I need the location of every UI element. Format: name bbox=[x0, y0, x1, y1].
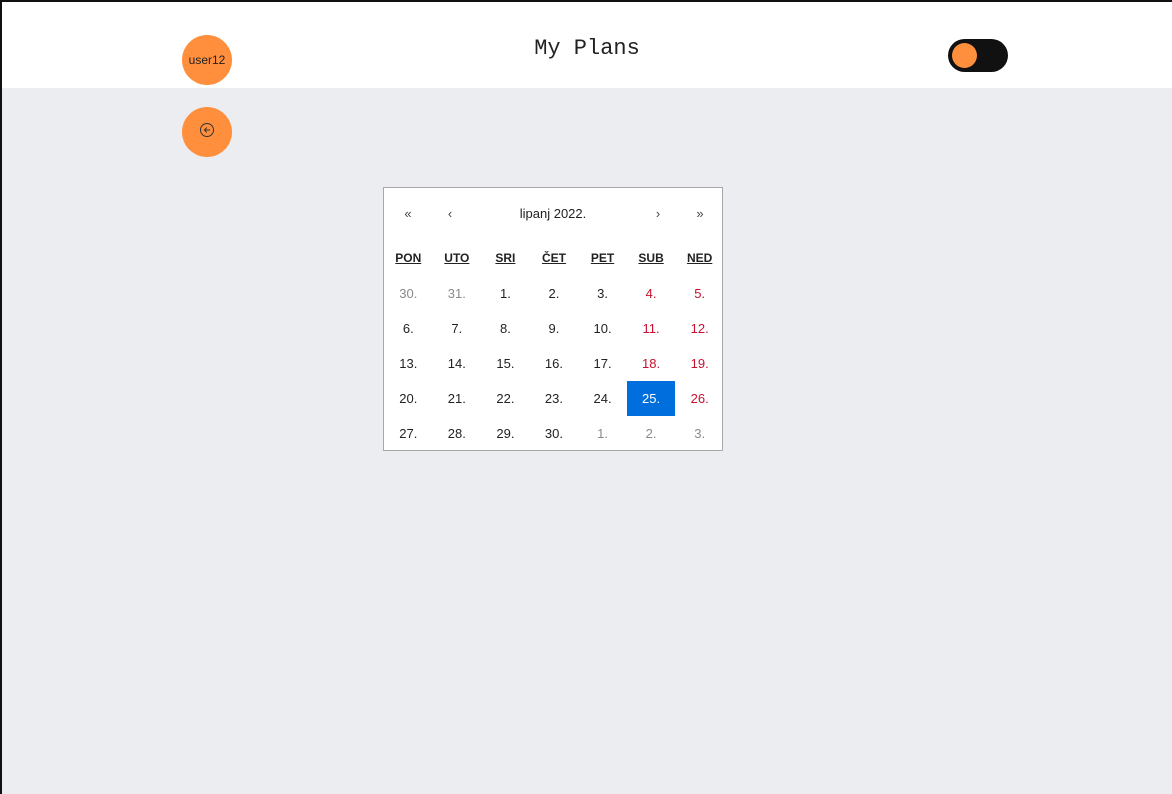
weekday-label: UTO bbox=[444, 251, 470, 265]
arrow-left-circle-icon bbox=[199, 122, 215, 143]
day-cell[interactable]: 2. bbox=[530, 276, 579, 311]
day-cell[interactable]: 14. bbox=[433, 346, 482, 381]
day-cell[interactable]: 15. bbox=[481, 346, 530, 381]
day-cell[interactable]: 20. bbox=[384, 381, 433, 416]
day-cell[interactable]: 30. bbox=[530, 416, 579, 451]
day-cell[interactable]: 3. bbox=[675, 416, 724, 451]
day-cell[interactable]: 21. bbox=[433, 381, 482, 416]
day-cell[interactable]: 17. bbox=[578, 346, 627, 381]
prev-month-button[interactable]: ‹ bbox=[432, 200, 468, 226]
weekday-label: PET bbox=[590, 251, 615, 265]
day-cell[interactable]: 8. bbox=[481, 311, 530, 346]
day-cell[interactable]: 30. bbox=[384, 276, 433, 311]
day-cell[interactable]: 28. bbox=[433, 416, 482, 451]
day-cell[interactable]: 23. bbox=[530, 381, 579, 416]
day-cell[interactable]: 19. bbox=[675, 346, 724, 381]
day-cell[interactable]: 29. bbox=[481, 416, 530, 451]
next-month-button[interactable]: › bbox=[640, 200, 676, 226]
day-cell[interactable]: 5. bbox=[675, 276, 724, 311]
day-cell[interactable]: 7. bbox=[433, 311, 482, 346]
day-cell[interactable]: 26. bbox=[675, 381, 724, 416]
header: user12 My Plans bbox=[2, 2, 1172, 88]
day-cell[interactable]: 31. bbox=[433, 276, 482, 311]
day-cell[interactable]: 9. bbox=[530, 311, 579, 346]
calendar-navigation: « ‹ lipanj 2022. › » bbox=[384, 188, 722, 238]
app-frame: user12 My Plans « ‹ lipanj 2022. › » PON… bbox=[0, 0, 1172, 794]
day-cell[interactable]: 12. bbox=[675, 311, 724, 346]
day-cell[interactable]: 1. bbox=[481, 276, 530, 311]
days-grid: 30. 31. 1. 2. 3. 4. 5. 6. 7. 8. 9. 10. 11. 12. 13. 14. 1… bbox=[384, 276, 724, 451]
weekday-label: PON bbox=[395, 251, 422, 265]
next-year-button[interactable]: » bbox=[682, 200, 718, 226]
weekday-label: ČET bbox=[541, 251, 566, 265]
day-cell[interactable]: 13. bbox=[384, 346, 433, 381]
month-year-label[interactable]: lipanj 2022. bbox=[484, 200, 622, 226]
weekday-label: NED bbox=[686, 251, 713, 265]
day-cell[interactable]: 1. bbox=[578, 416, 627, 451]
toggle-knob bbox=[952, 43, 977, 68]
day-cell[interactable]: 16. bbox=[530, 346, 579, 381]
day-cell[interactable]: 6. bbox=[384, 311, 433, 346]
day-cell[interactable]: 11. bbox=[627, 311, 676, 346]
day-cell[interactable]: 10. bbox=[578, 311, 627, 346]
weekday-label: SUB bbox=[638, 251, 664, 265]
selected-day-cell[interactable]: 25. bbox=[626, 381, 676, 416]
day-cell[interactable]: 3. bbox=[578, 276, 627, 311]
day-cell[interactable]: 2. bbox=[627, 416, 676, 451]
calendar: « ‹ lipanj 2022. › » PON UTO SRI ČET PET… bbox=[383, 187, 723, 451]
theme-toggle[interactable] bbox=[948, 39, 1008, 72]
prev-year-button[interactable]: « bbox=[390, 200, 426, 226]
weekday-label: SRI bbox=[495, 251, 516, 265]
day-cell[interactable]: 27. bbox=[384, 416, 433, 451]
day-cell[interactable]: 4. bbox=[627, 276, 676, 311]
day-cell[interactable]: 22. bbox=[481, 381, 530, 416]
day-cell[interactable]: 24. bbox=[578, 381, 627, 416]
back-button[interactable] bbox=[182, 107, 232, 157]
weekday-header: PON UTO SRI ČET PET SUB NED bbox=[384, 251, 724, 273]
day-cell[interactable]: 18. bbox=[627, 346, 676, 381]
